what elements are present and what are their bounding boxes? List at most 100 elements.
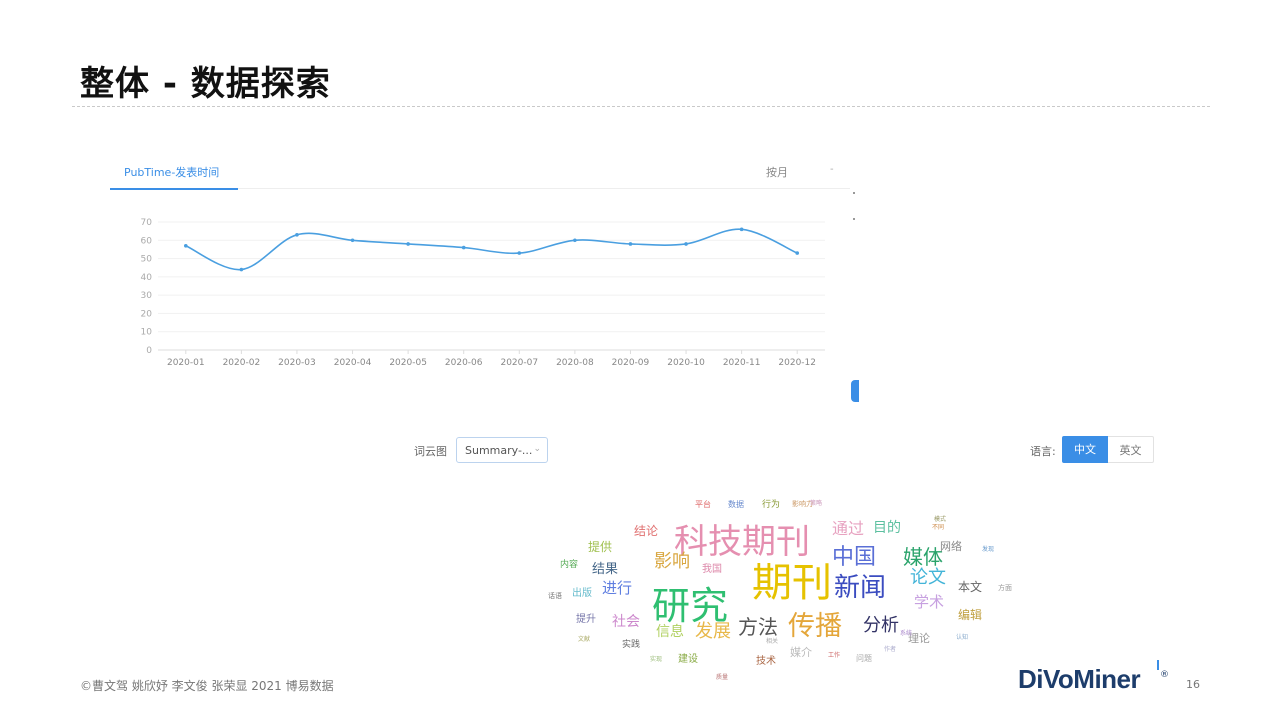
data-point [684,242,688,246]
divominer-logo: DiVoMiner [1018,664,1141,694]
word-cloud-term: 质量 [716,674,729,681]
word-cloud-term: 方法 [738,615,778,639]
word-cloud-term: 结论 [634,524,659,538]
x-tick-label: 2020-06 [445,358,483,368]
language-english-button[interactable]: 英文 [1108,436,1154,463]
word-cloud-term: 影响 [654,551,690,572]
word-cloud-term: 实现 [650,656,663,663]
word-cloud-term: 数据 [728,500,744,509]
word-cloud-term: 本文 [958,580,983,594]
word-cloud-term: 分析 [863,615,899,636]
data-point [628,242,633,246]
word-cloud-term: 平台 [695,500,711,509]
x-tick-label: 2020-10 [667,358,705,368]
data-point [795,251,800,255]
word-cloud-term: 方面 [998,584,1012,592]
word-cloud-term: 提升 [576,614,596,625]
word-cloud-term: 策略 [810,500,823,507]
x-tick-label: 2020-07 [500,358,538,368]
pubtime-chart-panel: PubTime-发表时间 按月 - 0 10 20 30 40 50 60 70 2020-01… [110,150,855,405]
word-cloud-term: 研究 [652,584,729,628]
word-cloud-term: 不同 [932,524,945,531]
registered-mark: ® [1160,670,1169,680]
data-point [239,267,244,272]
word-cloud-term: 媒介 [790,646,812,659]
word-cloud-term: 技术 [756,656,776,667]
data-point [406,242,410,246]
word-cloud: 期刊 研究 科技期刊 传播 新闻 中国 媒体 方法 分析 论文 影响 发展 通过 目的 学术 进行 社会 信息 结果… [520,495,1040,690]
word-cloud-term: 工作 [828,652,841,659]
word-cloud-term: 认知 [956,634,969,641]
y-tick-label: 10 [141,328,153,338]
language-chinese-button[interactable]: 中文 [1062,436,1108,463]
word-cloud-term: 发展 [695,621,731,642]
word-cloud-term: 内容 [560,560,579,570]
y-tick-label: 0 [146,346,152,356]
edge-dot [853,192,855,194]
wordcloud-label: 词云图 [414,445,447,458]
word-cloud-term: 科技期刊 [674,522,810,562]
page-number: 16 [1186,678,1200,691]
data-point [739,227,744,232]
word-cloud-term: 建设 [678,654,698,665]
data-point [350,238,355,243]
x-tick-label: 2020-04 [334,358,372,368]
x-tick-label: 2020-01 [167,358,205,368]
word-cloud-term: 我国 [702,564,722,575]
word-cloud-term: 信息 [656,624,684,640]
word-cloud-term: 系统 [900,630,913,637]
select-value: Summary-... [465,444,533,457]
x-tick-label: 2020-03 [278,358,316,368]
y-tick-label: 40 [141,273,153,283]
word-cloud-term: 问题 [856,654,872,663]
x-tick-label: 2020-08 [556,358,594,368]
copyright-text: ©曹文驾 姚欣妤 李文俊 张荣显 2021 博易数据 [80,679,334,693]
word-cloud-term: 通过 [832,519,865,538]
word-cloud-term: 发现 [982,546,995,553]
y-tick-label: 50 [141,255,153,265]
line-chart: 0 10 20 30 40 50 60 70 2020-01 2020-02 2020-03 2020… [141,218,825,368]
data-point [573,238,577,243]
x-tick-label: 2020-02 [223,358,261,368]
logo-accent [1157,660,1159,670]
word-cloud-term: 实践 [622,640,641,650]
y-tick-label: 30 [141,291,153,301]
x-tick-label: 2020-12 [778,358,816,368]
side-scroll-handle[interactable] [851,380,859,402]
title-divider [72,106,1210,107]
word-cloud-term: 进行 [602,579,633,597]
data-point [517,251,522,255]
wordcloud-field-select[interactable]: Summary-... ⌄ [456,437,548,463]
word-cloud-term: 媒体 [903,545,943,569]
word-cloud-term: 出版 [572,588,592,599]
word-cloud-term: 文献 [578,636,591,643]
word-cloud-term: 编辑 [958,608,983,622]
data-point [183,243,188,248]
x-tick-label: 2020-09 [612,358,650,368]
data-point [295,233,299,237]
word-cloud-term: 新闻 [834,573,887,603]
word-cloud-term: 中国 [832,545,877,570]
chevron-down-icon: ⌄ [533,444,541,454]
word-cloud-term: 期刊 [752,560,832,606]
edge-dot [853,218,855,220]
data-point [461,245,466,250]
y-tick-label: 60 [141,236,153,246]
word-cloud-term: 目的 [873,520,901,536]
x-tick-label: 2020-11 [723,358,761,368]
x-tick-label: 2020-05 [389,358,427,368]
word-cloud-term: 作者 [884,646,897,653]
y-tick-label: 70 [141,218,153,228]
word-cloud-term: 提供 [588,540,613,554]
word-cloud-term: 论文 [910,567,946,588]
word-cloud-term: 行为 [762,500,781,510]
word-cloud-term: 社会 [612,614,640,630]
word-cloud-term: 学术 [914,593,945,611]
word-cloud-term: 话语 [548,592,562,600]
word-cloud-term: 结果 [592,562,619,577]
word-cloud-term: 相关 [766,638,779,645]
word-cloud-term: 模式 [934,516,947,523]
series-line [185,228,798,271]
slide-title: 整体 - 数据探索 [80,64,331,104]
word-cloud-term: 网络 [940,540,962,553]
